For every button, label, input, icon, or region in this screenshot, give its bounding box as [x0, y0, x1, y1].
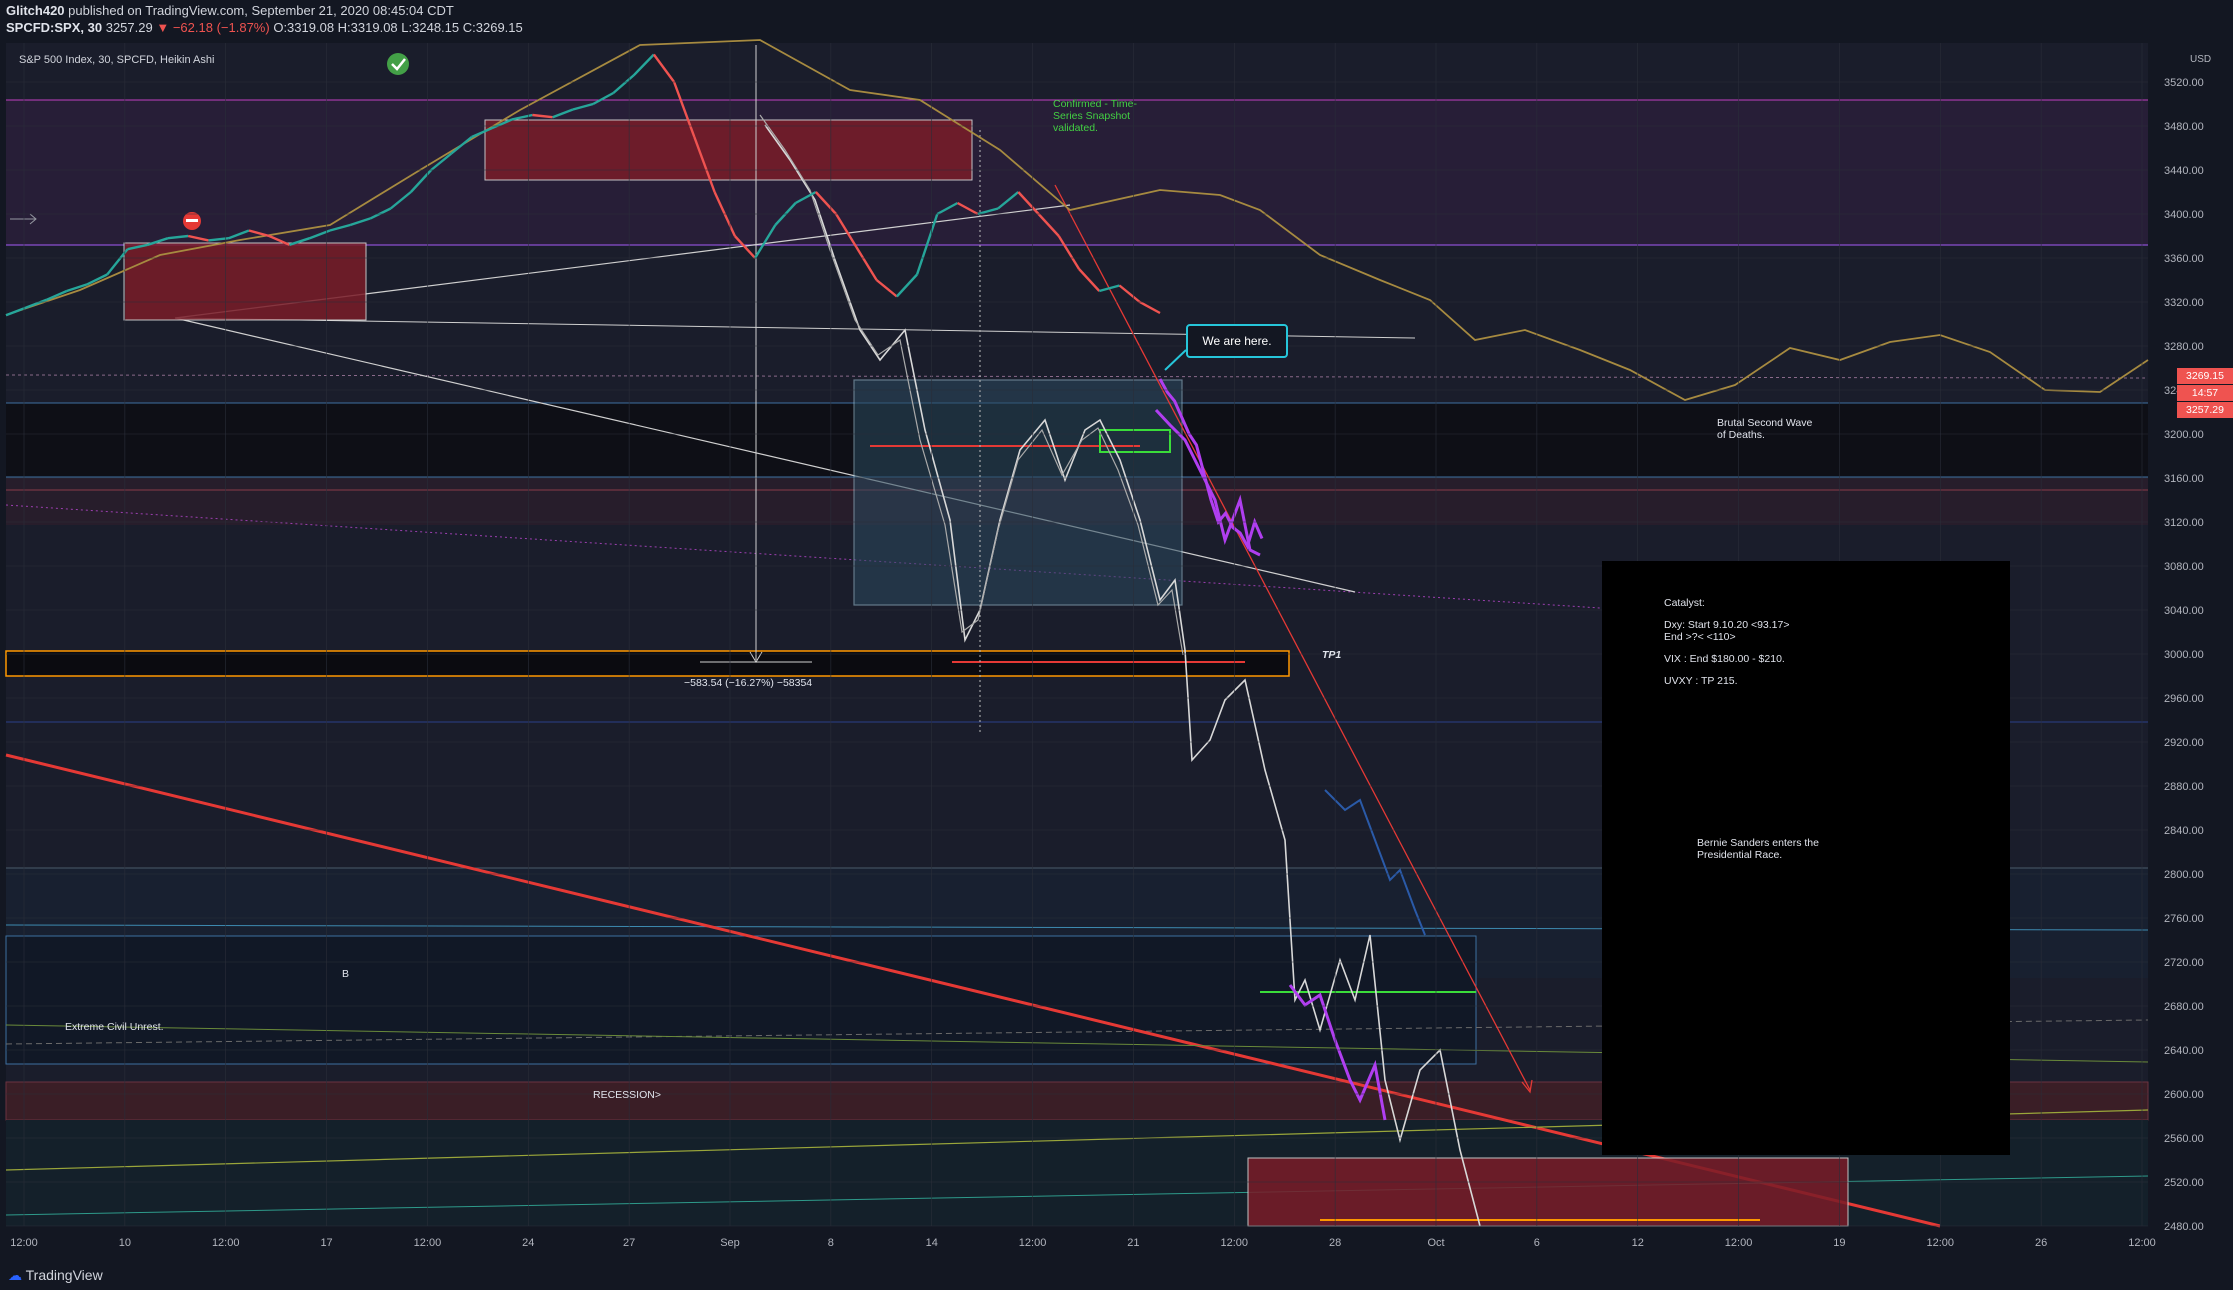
- y-tick-label: 2680.00: [2164, 1001, 2204, 1013]
- x-tick-label: 8: [828, 1237, 834, 1249]
- current-price-tag: 3269.15: [2177, 368, 2233, 384]
- recession-label: RECESSION>: [593, 1089, 661, 1101]
- x-tick-label: 24: [522, 1237, 534, 1249]
- y-tick-label: 3320.00: [2164, 297, 2204, 309]
- x-tick-label: 28: [1329, 1237, 1341, 1249]
- minus-bar: [186, 219, 198, 222]
- y-tick-label: 3200.00: [2164, 429, 2204, 441]
- y-tick-label: 3360.00: [2164, 253, 2204, 265]
- y-tick-label: 2760.00: [2164, 913, 2204, 925]
- catalyst-dxy: Dxy: Start 9.10.20 <93.17> End >?< <110>: [1664, 619, 1790, 643]
- chart-title: S&P 500 Index, 30, SPCFD, Heikin Ashi: [19, 54, 215, 66]
- x-tick-label: Oct: [1427, 1237, 1444, 1249]
- currency-label: USD: [2190, 54, 2212, 65]
- projection-box: [853, 379, 1183, 606]
- x-tick-label: 12:00: [1927, 1237, 1955, 1249]
- last-price-tag: 3257.29: [2177, 402, 2233, 418]
- x-tick-label: 17: [320, 1237, 332, 1249]
- b-label: B: [342, 968, 350, 980]
- y-tick-label: 3120.00: [2164, 517, 2204, 529]
- y-tick-label: 3440.00: [2164, 165, 2204, 177]
- y-tick-label: 3040.00: [2164, 605, 2204, 617]
- x-tick-label: 10: [119, 1237, 131, 1249]
- zone-b-box: [5, 935, 1477, 1065]
- y-tick-label: 3000.00: [2164, 649, 2204, 661]
- y-tick-label: 2600.00: [2164, 1089, 2204, 1101]
- tradingview-logo[interactable]: ☁ TradingView: [8, 1267, 103, 1284]
- y-tick-label: 3400.00: [2164, 209, 2204, 221]
- x-tick-label: 12:00: [1725, 1237, 1753, 1249]
- brand-name: TradingView: [25, 1267, 103, 1283]
- y-tick-label: 2840.00: [2164, 825, 2204, 837]
- y-tick-label: 3080.00: [2164, 561, 2204, 573]
- x-tick-label: 12:00: [10, 1237, 38, 1249]
- x-tick-label: 27: [623, 1237, 635, 1249]
- y-tick-label: 2520.00: [2164, 1177, 2204, 1189]
- y-tick-label: 2880.00: [2164, 781, 2204, 793]
- catalyst-panel: Catalyst: Dxy: Start 9.10.20 <93.17> End…: [1602, 561, 2010, 1155]
- y-tick-label: 2960.00: [2164, 693, 2204, 705]
- confirmed-note: Confirmed - Time- Series Snapshot valida…: [1053, 98, 1138, 134]
- measure-label: −583.54 (−16.27%) −58354: [684, 677, 813, 689]
- tp1-label: TP1: [1322, 649, 1342, 661]
- x-tick-label: 6: [1534, 1237, 1540, 1249]
- x-tick-label: 12:00: [1221, 1237, 1249, 1249]
- x-tick-label: 12: [1632, 1237, 1644, 1249]
- red-box-3: [1247, 1157, 1849, 1227]
- x-tick-label: 26: [2035, 1237, 2047, 1249]
- y-tick-label: 3480.00: [2164, 121, 2204, 133]
- catalyst-uvxy: UVXY : TP 215.: [1664, 675, 1738, 687]
- red-box-2: [484, 119, 973, 181]
- x-tick-label: 14: [926, 1237, 938, 1249]
- y-tick-label: 2560.00: [2164, 1133, 2204, 1145]
- we-are-here-callout: We are here.: [1186, 324, 1288, 358]
- y-tick-label: 3280.00: [2164, 341, 2204, 353]
- tp1-box: [5, 650, 1290, 677]
- second-wave-note: Brutal Second Wave of Deaths.: [1717, 417, 1813, 441]
- y-tick-label: 2640.00: [2164, 1045, 2204, 1057]
- catalyst-vix: VIX : End $180.00 - $210.: [1664, 653, 1785, 665]
- x-tick-label: 12:00: [414, 1237, 442, 1249]
- x-tick-label: 19: [1833, 1237, 1845, 1249]
- y-tick-label: 2480.00: [2164, 1221, 2204, 1233]
- y-tick-label: 3160.00: [2164, 473, 2204, 485]
- catalyst-title: Catalyst:: [1664, 597, 1705, 609]
- x-tick-label: Sep: [720, 1237, 740, 1249]
- y-tick-label: 3520.00: [2164, 77, 2204, 89]
- x-tick-label: 21: [1127, 1237, 1139, 1249]
- y-tick-label: 2800.00: [2164, 869, 2204, 881]
- cloud-icon: ☁: [8, 1267, 22, 1283]
- y-tick-label: 2920.00: [2164, 737, 2204, 749]
- civil-unrest-note: Extreme Civil Unrest.: [65, 1021, 164, 1033]
- catalyst-bernie: Bernie Sanders enters the Presidential R…: [1697, 837, 1819, 861]
- y-tick-label: 2720.00: [2164, 957, 2204, 969]
- footer-bar: ☁ TradingView: [0, 1262, 2233, 1290]
- x-tick-label: 12:00: [2128, 1237, 2156, 1249]
- countdown-tag: 14:57: [2177, 385, 2233, 401]
- x-tick-label: 12:00: [212, 1237, 240, 1249]
- x-tick-label: 12:00: [1019, 1237, 1047, 1249]
- check-icon[interactable]: [387, 53, 409, 75]
